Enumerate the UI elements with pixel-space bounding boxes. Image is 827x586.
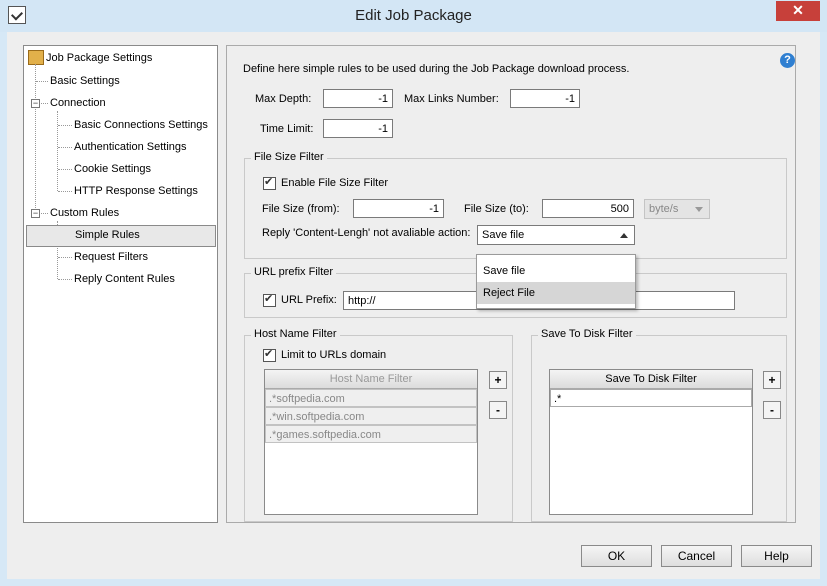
- tree-item-custom-rules[interactable]: Custom Rules: [48, 203, 119, 223]
- help-icon[interactable]: ?: [780, 53, 795, 68]
- size-unit-value: byte/s: [649, 203, 679, 215]
- tree-item-authentication-settings[interactable]: Authentication Settings: [72, 137, 187, 157]
- url-prefix-checkbox[interactable]: [263, 292, 276, 307]
- reply-action-dropdown: Save file Reject File: [476, 254, 636, 309]
- reply-action-select[interactable]: Save file: [477, 225, 635, 245]
- save-to-disk-column-header[interactable]: Save To Disk Filter: [550, 370, 752, 389]
- enable-file-size-filter-label: Enable File Size Filter: [281, 177, 388, 189]
- tree-connector: [58, 169, 72, 170]
- file-size-from-field[interactable]: -1: [353, 199, 444, 218]
- tree-connector: [58, 279, 72, 280]
- tree-item-http-response-settings[interactable]: HTTP Response Settings: [72, 181, 198, 201]
- host-name-filter-title: Host Name Filter: [251, 328, 340, 340]
- max-depth-field[interactable]: -1: [323, 89, 393, 108]
- tree-connector: [58, 257, 72, 258]
- edit-job-package-window: Edit Job Package ✕ Job Package Settings …: [0, 0, 827, 586]
- save-to-disk-row[interactable]: .*: [550, 389, 752, 407]
- max-depth-label: Max Depth:: [255, 93, 312, 105]
- save-to-disk-list[interactable]: Save To Disk Filter .*: [549, 369, 753, 515]
- max-links-label: Max Links Number:: [404, 93, 499, 105]
- max-links-field[interactable]: -1: [510, 89, 580, 108]
- dialog-client-area: Job Package Settings Basic Settings − Co…: [7, 32, 820, 579]
- limit-to-urls-domain-label: Limit to URLs domain: [281, 349, 387, 361]
- file-size-from-label: File Size (from):: [262, 203, 340, 215]
- tree-item-connection[interactable]: Connection: [48, 93, 106, 113]
- tree-connector: [58, 147, 72, 148]
- tree-connector: [58, 125, 72, 126]
- dropdown-option-reject-file[interactable]: Reject File: [477, 282, 635, 304]
- host-name-row[interactable]: .*win.softpedia.com: [265, 407, 477, 425]
- tree-connector: [57, 111, 58, 191]
- tree-connector: [41, 213, 48, 214]
- host-name-remove-button[interactable]: -: [489, 401, 507, 419]
- settings-tree: Job Package Settings Basic Settings − Co…: [23, 45, 218, 523]
- host-name-column-header[interactable]: Host Name Filter: [265, 370, 477, 389]
- tree-item-basic-connections-settings[interactable]: Basic Connections Settings: [72, 115, 208, 135]
- tree-connector: [58, 191, 72, 192]
- host-name-row[interactable]: .*softpedia.com: [265, 389, 477, 407]
- tree-connector: [36, 81, 48, 82]
- title-bar: Edit Job Package ✕: [0, 0, 827, 32]
- enable-file-size-filter-checkbox[interactable]: [263, 175, 276, 190]
- save-to-disk-remove-button[interactable]: -: [763, 401, 781, 419]
- tree-item-simple-rules[interactable]: Simple Rules: [26, 225, 216, 247]
- save-to-disk-add-button[interactable]: +: [763, 371, 781, 389]
- panel-description: Define here simple rules to be used duri…: [243, 63, 630, 75]
- file-size-to-field[interactable]: 500: [542, 199, 634, 218]
- collapse-icon[interactable]: −: [31, 99, 40, 108]
- time-limit-field[interactable]: -1: [323, 119, 393, 138]
- dropdown-option-save-file[interactable]: Save file: [477, 260, 635, 282]
- time-limit-label: Time Limit:: [260, 123, 314, 135]
- tree-item-basic-settings[interactable]: Basic Settings: [48, 71, 120, 91]
- file-size-to-label: File Size (to):: [464, 203, 529, 215]
- tree-item-request-filters[interactable]: Request Filters: [72, 247, 148, 267]
- host-name-list[interactable]: Host Name Filter .*softpedia.com .*win.s…: [264, 369, 478, 515]
- limit-to-urls-domain-checkbox[interactable]: [263, 347, 276, 362]
- tree-item-job-package-settings[interactable]: Job Package Settings: [44, 48, 152, 68]
- host-name-row[interactable]: .*games.softpedia.com: [265, 425, 477, 443]
- url-prefix-label: URL Prefix:: [281, 294, 337, 306]
- host-name-add-button[interactable]: +: [489, 371, 507, 389]
- window-title: Edit Job Package: [355, 7, 472, 24]
- file-size-filter-title: File Size Filter: [251, 151, 327, 163]
- tree-connector: [41, 103, 48, 104]
- collapse-icon[interactable]: −: [31, 209, 40, 218]
- tree-item-cookie-settings[interactable]: Cookie Settings: [72, 159, 151, 179]
- file-size-filter-group: File Size Filter Enable File Size Filter…: [244, 151, 787, 259]
- chevron-down-icon: [695, 207, 703, 212]
- ok-button[interactable]: OK: [581, 545, 652, 567]
- url-prefix-filter-title: URL prefix Filter: [251, 266, 337, 278]
- chevron-up-icon: [620, 233, 628, 238]
- save-to-disk-filter-title: Save To Disk Filter: [538, 328, 636, 340]
- tree-item-reply-content-rules[interactable]: Reply Content Rules: [72, 269, 175, 289]
- close-button[interactable]: ✕: [776, 1, 820, 21]
- size-unit-select[interactable]: byte/s: [644, 199, 710, 219]
- package-icon: [28, 50, 44, 65]
- help-button[interactable]: Help: [741, 545, 812, 567]
- reply-action-value: Save file: [482, 229, 525, 241]
- tree-connector: [35, 64, 36, 214]
- reply-action-label: Reply 'Content-Lengh' not avaliable acti…: [262, 227, 471, 239]
- host-name-filter-group: Host Name Filter Limit to URLs domain Ho…: [244, 328, 513, 522]
- save-to-disk-filter-group: Save To Disk Filter Save To Disk Filter …: [531, 328, 787, 522]
- cancel-button[interactable]: Cancel: [661, 545, 732, 567]
